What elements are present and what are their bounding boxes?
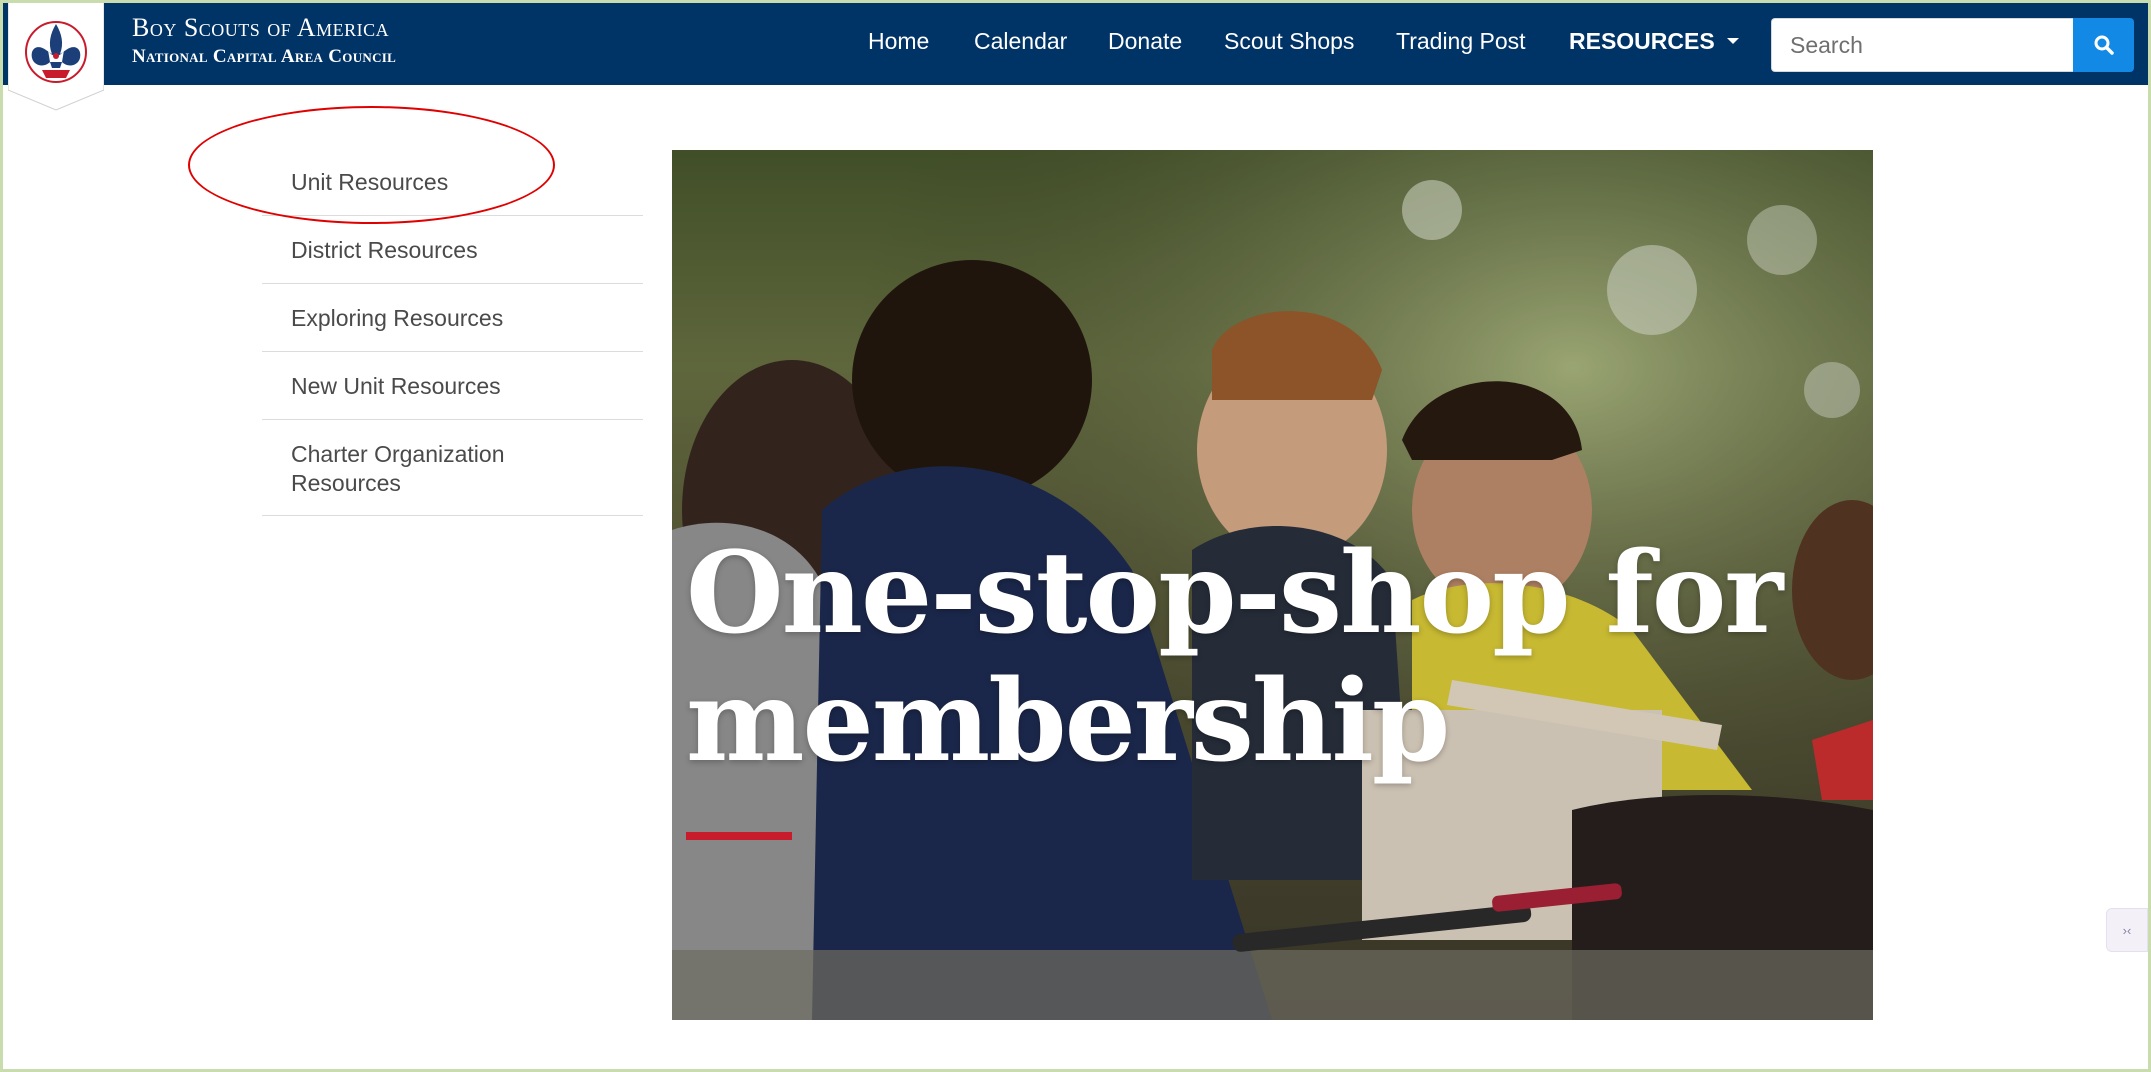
caret-down-icon <box>1726 37 1739 44</box>
sidebar-item-label: Unit Resources <box>291 169 449 195</box>
sidebar-item-label: Exploring Resources <box>291 305 504 331</box>
council-name: National Capital Area Council <box>132 46 397 67</box>
nav-trading-post[interactable]: Trading Post <box>1396 28 1526 55</box>
brand-name: Boy Scouts of America <box>132 13 390 42</box>
search-icon <box>2094 35 2114 55</box>
sidebar-item-charter-organization-resources[interactable]: Charter Organization Resources <box>262 420 643 516</box>
sidebar-item-label: New Unit Resources <box>291 373 501 399</box>
search-input[interactable] <box>1771 18 2073 72</box>
resources-sidebar: Unit Resources District Resources Explor… <box>262 148 643 516</box>
sidebar-item-district-resources[interactable]: District Resources <box>262 216 643 284</box>
sidebar-item-exploring-resources[interactable]: Exploring Resources <box>262 284 643 352</box>
nav-resources-label: RESOURCES <box>1569 28 1715 54</box>
floating-widget-tab[interactable]: ›‹ <box>2106 908 2148 952</box>
top-navbar: Boy Scouts of America National Capital A… <box>0 0 2151 111</box>
sidebar-item-label: District Resources <box>291 237 478 263</box>
hero-accent-rule <box>686 832 792 840</box>
sidebar-item-unit-resources[interactable]: Unit Resources <box>262 148 643 216</box>
sidebar-item-label: Charter Organization Resources <box>291 441 505 496</box>
search-button[interactable] <box>2073 18 2134 72</box>
nav-home[interactable]: Home <box>868 28 929 55</box>
nav-resources-dropdown[interactable]: RESOURCES <box>1569 28 1739 55</box>
search-form <box>1771 18 2134 72</box>
bsa-logo[interactable] <box>7 1 105 112</box>
widget-icon: ›‹ <box>2122 922 2132 938</box>
hero-banner: One-stop-shop for membership <box>672 150 1873 1020</box>
nav-donate[interactable]: Donate <box>1108 28 1182 55</box>
sidebar-item-new-unit-resources[interactable]: New Unit Resources <box>262 352 643 420</box>
nav-scout-shops[interactable]: Scout Shops <box>1224 28 1354 55</box>
hero-title: One-stop-shop for membership <box>686 528 1783 787</box>
nav-calendar[interactable]: Calendar <box>974 28 1067 55</box>
brand-title[interactable]: Boy Scouts of America National Capital A… <box>132 12 396 70</box>
